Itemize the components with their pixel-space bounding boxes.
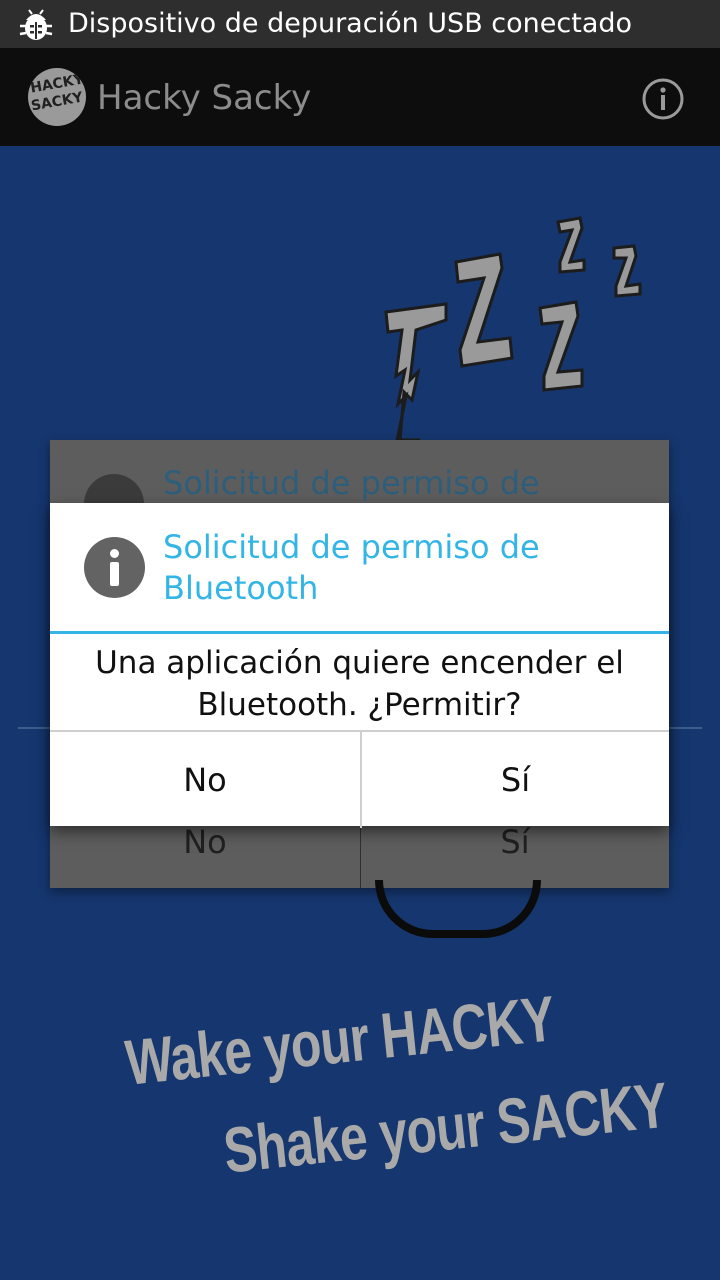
info-circle-icon[interactable] <box>640 76 686 122</box>
dialog-title-divider <box>50 631 669 634</box>
info-icon <box>84 537 145 598</box>
bluetooth-permission-dialog: Solicitud de permiso de Bluetooth Una ap… <box>50 503 669 828</box>
background-dialog-yes: Sí <box>500 823 530 861</box>
usb-debugging-notification-text: Dispositivo de depuración USB conectado <box>68 8 633 39</box>
action-bar: HACKY SACKY Hacky Sacky <box>0 48 720 146</box>
background-dialog-no: No <box>183 823 227 861</box>
background-dialog-info-icon <box>84 474 144 504</box>
dialog-title: Solicitud de permiso de Bluetooth <box>163 528 540 607</box>
android-debug-bug-icon <box>19 9 53 40</box>
no-button[interactable]: No <box>50 732 360 828</box>
status-bar: Dispositivo de depuración USB conectado <box>0 0 720 48</box>
background-dialog-title: Solicitud de permiso de <box>163 464 540 502</box>
dialog-button-bar: No Sí <box>50 730 669 828</box>
yes-button[interactable]: Sí <box>362 732 669 828</box>
app-title: Hacky Sacky <box>97 78 312 118</box>
app-logo[interactable]: HACKY SACKY <box>28 68 86 126</box>
sleeping-zzz-graphic <box>384 216 642 449</box>
dialog-message: Una aplicación quiere encender el Blueto… <box>95 645 624 723</box>
